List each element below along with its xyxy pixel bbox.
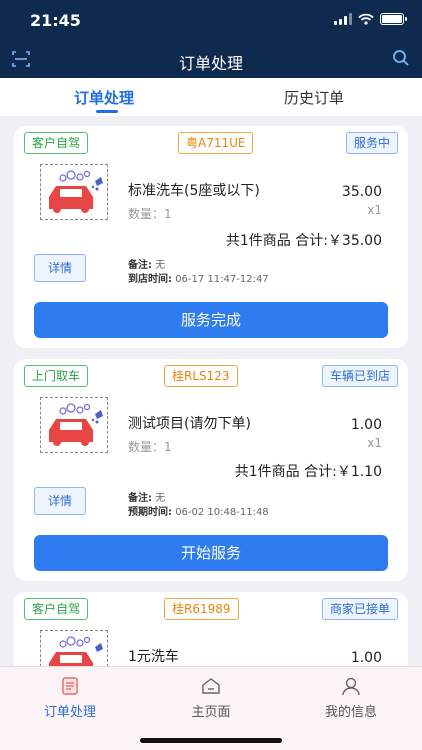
order-type-tag: 上门取车 [24, 365, 89, 387]
tab-history-orders[interactable]: 历史订单 [284, 87, 344, 108]
product-quantity: 数量：1 [128, 440, 172, 454]
product-price: 35.00 [341, 184, 382, 200]
status-tag: 商家已接单 [321, 598, 398, 620]
start-service-button[interactable]: 开始服务 [34, 535, 388, 571]
order-time: 预期时间: 06-02 10:48-11:48 [128, 507, 269, 518]
signal-icon [334, 13, 352, 25]
detail-button[interactable]: 详情 [34, 254, 86, 282]
nav-my-info[interactable]: 我的信息 [301, 675, 401, 720]
order-note: 备注: 无 [128, 260, 166, 271]
product-name: 标准洗车(5座或以下) [128, 183, 260, 199]
service-complete-button[interactable]: 服务完成 [34, 302, 388, 338]
status-bar: 21:45 [0, 0, 422, 40]
page-title: 订单处理 [178, 54, 243, 73]
tab-bar: 订单处理 历史订单 [0, 78, 422, 116]
product-quantity: 数量：1 [128, 207, 172, 221]
car-wash-thumbnail [40, 164, 108, 220]
plate-tag: 桂RLS123 [164, 365, 238, 387]
product-price: 1.00 [350, 417, 382, 433]
search-icon[interactable] [392, 49, 410, 71]
plate-tag: 粤A711UE [178, 132, 254, 154]
order-type-tag: 客户自驾 [24, 598, 89, 620]
user-icon [342, 677, 360, 696]
detail-button[interactable]: 详情 [34, 487, 86, 515]
order-list-icon [62, 677, 78, 695]
order-note: 备注: 无 [128, 493, 166, 504]
home-icon [202, 678, 220, 694]
nav-label: 订单处理 [43, 705, 96, 720]
plate-tag: 桂R61989 [164, 598, 239, 620]
order-total: 共1件商品 合计:￥1.10 [234, 464, 382, 480]
product-price: 1.00 [350, 650, 382, 666]
order-card: 上门取车 桂RLS123 车辆已到店 测试项目(请勿下单) 数量：1 1.00 … [14, 359, 408, 581]
navbar: 订单处理 [0, 40, 422, 78]
nav-label: 我的信息 [324, 705, 377, 720]
home-indicator [140, 738, 282, 743]
car-wash-thumbnail [40, 397, 108, 453]
nav-order-processing[interactable]: 订单处理 [20, 675, 120, 720]
tab-order-processing[interactable]: 订单处理 [74, 87, 134, 108]
battery-icon [380, 13, 407, 25]
order-type-tag: 客户自驾 [24, 132, 89, 154]
order-total: 共1件商品 合计:￥35.00 [225, 233, 382, 249]
order-time: 到店时间: 06-17 11:47-12:47 [128, 274, 269, 285]
order-card: 客户自驾 粤A711UE 服务中 标准洗车(5座或以下) 数量：1 35.00 … [14, 126, 408, 348]
product-name: 测试项目(请勿下单) [128, 416, 251, 432]
product-multiplier: x1 [367, 436, 382, 450]
status-icons [334, 13, 407, 25]
wifi-icon [358, 13, 374, 25]
tab-indicator [96, 110, 118, 113]
product-multiplier: x1 [367, 203, 382, 217]
status-tag: 服务中 [345, 132, 398, 154]
product-name: 1元洗车 [128, 649, 179, 665]
status-tag: 车辆已到店 [321, 365, 398, 387]
status-time: 21:45 [30, 11, 81, 30]
nav-label: 主页面 [191, 705, 231, 720]
nav-home[interactable]: 主页面 [161, 675, 261, 720]
